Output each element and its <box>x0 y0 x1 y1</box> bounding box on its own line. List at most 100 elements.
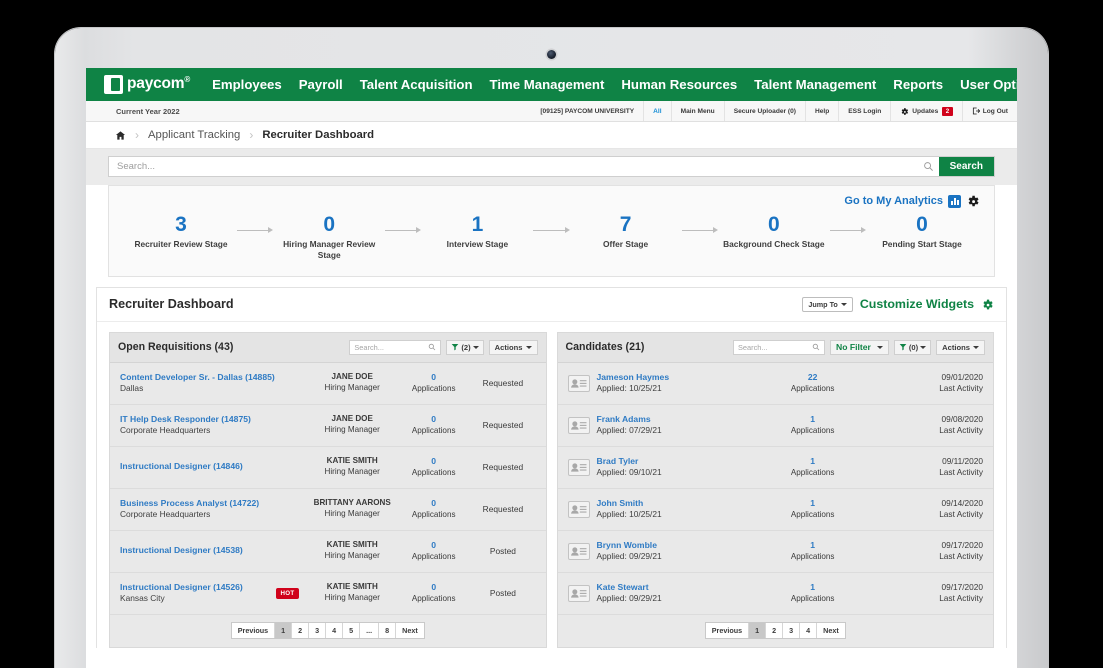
applications-label: Applications <box>790 467 835 477</box>
jump-to-dropdown[interactable]: Jump To <box>802 296 853 312</box>
log-out-button[interactable]: Log Out <box>961 101 1017 121</box>
applications-count[interactable]: 0 <box>397 582 470 593</box>
candidate-name-link[interactable]: Kate Stewart <box>597 582 751 594</box>
nav-item-user-options[interactable]: User Options <box>960 77 1017 92</box>
stage-recruiter-review[interactable]: 3 Recruiter Review Stage <box>129 213 233 250</box>
requisition-title-link[interactable]: Instructional Designer (14526) <box>120 582 243 594</box>
nav-item-time-management[interactable]: Time Management <box>490 77 605 92</box>
requisitions-actions-button[interactable]: Actions <box>488 339 538 355</box>
paycom-logo[interactable]: paycom® <box>104 75 190 94</box>
table-row[interactable]: IT Help Desk Responder (14875) Corporate… <box>110 405 546 447</box>
breadcrumb-item-applicant-tracking[interactable]: Applicant Tracking <box>148 129 240 141</box>
stage-pending-start[interactable]: 0 Pending Start Stage <box>870 213 974 250</box>
stage-hiring-manager-review[interactable]: 0 Hiring Manager Review Stage <box>277 213 381 262</box>
screen: paycom® Employees Payroll Talent Acquisi… <box>86 68 1017 668</box>
pagination-page-1[interactable]: 1 <box>749 622 767 638</box>
requisition-info: Instructional Designer (14526) Kansas Ci… <box>120 582 307 605</box>
search-button[interactable]: Search <box>938 157 994 176</box>
table-row[interactable]: Business Process Analyst (14722) Corpora… <box>110 489 546 531</box>
all-link[interactable]: All <box>643 101 670 121</box>
pagination-page-2[interactable]: 2 <box>292 622 310 638</box>
stage-background-check[interactable]: 0 Background Check Stage <box>722 213 826 250</box>
search-input[interactable] <box>109 157 918 176</box>
applications-count[interactable]: 0 <box>397 540 470 551</box>
applications-count[interactable]: 0 <box>397 498 470 509</box>
nav-item-employees[interactable]: Employees <box>212 77 282 92</box>
stage-label: Hiring Manager Review Stage <box>283 239 376 261</box>
nav-item-talent-management[interactable]: Talent Management <box>754 77 876 92</box>
help-link[interactable]: Help <box>804 101 838 121</box>
list-item[interactable]: John Smith Applied: 10/25/21 1 Applicati… <box>557 489 993 531</box>
applications-count[interactable]: 0 <box>397 456 470 467</box>
pagination-page-3[interactable]: 3 <box>309 622 327 638</box>
applications-count[interactable]: 1 <box>750 582 875 593</box>
pagination-page-8[interactable]: 8 <box>379 622 397 638</box>
candidate-name-link[interactable]: Brad Tyler <box>597 456 751 468</box>
applications-count[interactable]: 1 <box>750 498 875 509</box>
table-row[interactable]: Content Developer Sr. - Dallas (14885) D… <box>110 363 546 405</box>
candidates-filter-button[interactable]: (0) <box>893 339 932 355</box>
applications-count[interactable]: 1 <box>750 414 875 425</box>
applications-count[interactable]: 1 <box>750 456 875 467</box>
table-row[interactable]: Instructional Designer (14538) KATIE SMI… <box>110 531 546 573</box>
table-row[interactable]: Instructional Designer (14846) KATIE SMI… <box>110 447 546 489</box>
list-item[interactable]: Brad Tyler Applied: 09/10/21 1 Applicati… <box>557 447 993 489</box>
candidate-name-link[interactable]: John Smith <box>597 498 751 510</box>
pipeline-settings-gear-icon[interactable] <box>966 194 980 208</box>
bar-chart-icon[interactable] <box>948 194 961 208</box>
pagination-page-1[interactable]: 1 <box>275 622 293 638</box>
tablet-frame: paycom® Employees Payroll Talent Acquisi… <box>55 28 1048 668</box>
candidate-name-link[interactable]: Jameson Haymes <box>597 372 751 384</box>
search-icon <box>812 344 820 351</box>
applications-count[interactable]: 1 <box>750 540 875 551</box>
requisition-title-link[interactable]: Content Developer Sr. - Dallas (14885) <box>120 372 307 384</box>
table-row[interactable]: Instructional Designer (14526) Kansas Ci… <box>110 573 546 615</box>
go-to-my-analytics-link[interactable]: Go to My Analytics <box>844 195 943 207</box>
ess-login-link[interactable]: ESS Login <box>838 101 890 121</box>
requisition-info: Content Developer Sr. - Dallas (14885) D… <box>120 372 307 395</box>
candidates-no-filter-dropdown[interactable]: No Filter <box>830 339 889 355</box>
home-icon[interactable] <box>115 130 126 141</box>
candidates-actions-button[interactable]: Actions <box>936 339 985 355</box>
requisition-title-link[interactable]: Instructional Designer (14538) <box>120 545 307 557</box>
requisitions-filter-button[interactable]: (2) <box>446 339 484 355</box>
pagination-previous[interactable]: Previous <box>232 622 276 638</box>
pagination-previous[interactable]: Previous <box>706 622 750 638</box>
nav-item-human-resources[interactable]: Human Resources <box>621 77 737 92</box>
customize-widgets-gear-icon[interactable] <box>981 298 994 311</box>
funnel-icon <box>452 344 459 351</box>
pagination-page-4[interactable]: 4 <box>326 622 344 638</box>
pagination-page-3[interactable]: 3 <box>783 622 801 638</box>
applications-count[interactable]: 0 <box>397 372 470 383</box>
requisition-title-link[interactable]: IT Help Desk Responder (14875) <box>120 414 307 426</box>
pagination-page-5[interactable]: 5 <box>343 622 361 638</box>
applications-count[interactable]: 0 <box>397 414 470 425</box>
list-item[interactable]: Brynn Womble Applied: 09/29/21 1 Applica… <box>557 531 993 573</box>
pagination-next[interactable]: Next <box>396 623 424 638</box>
list-item[interactable]: Frank Adams Applied: 07/29/21 1 Applicat… <box>557 405 993 447</box>
list-item[interactable]: Kate Stewart Applied: 09/29/21 1 Applica… <box>557 573 993 615</box>
search-icon-wrapper <box>918 157 939 176</box>
applications-count[interactable]: 22 <box>750 372 875 383</box>
candidate-name-link[interactable]: Frank Adams <box>597 414 751 426</box>
stage-interview[interactable]: 1 Interview Stage <box>425 213 529 250</box>
stage-offer[interactable]: 7 Offer Stage <box>574 213 678 250</box>
nav-item-payroll[interactable]: Payroll <box>299 77 343 92</box>
applications-cell: 1 Applications <box>750 498 875 520</box>
pagination-page-4[interactable]: 4 <box>800 622 818 638</box>
main-menu-link[interactable]: Main Menu <box>670 101 724 121</box>
nav-item-reports[interactable]: Reports <box>893 77 943 92</box>
requisition-title-link[interactable]: Instructional Designer (14846) <box>120 461 307 473</box>
candidates-search-input[interactable] <box>738 342 812 352</box>
requisition-title-link[interactable]: Business Process Analyst (14722) <box>120 498 307 510</box>
requisitions-search-input[interactable] <box>354 342 429 352</box>
open-requisitions-tools: (2) Actions <box>349 339 538 355</box>
secure-uploader-link[interactable]: Secure Uploader (0) <box>723 101 805 121</box>
customize-widgets-link[interactable]: Customize Widgets <box>860 297 974 311</box>
nav-item-talent-acquisition[interactable]: Talent Acquisition <box>360 77 473 92</box>
updates-button[interactable]: Updates 2 <box>890 101 961 121</box>
list-item[interactable]: Jameson Haymes Applied: 10/25/21 22 Appl… <box>557 363 993 405</box>
pagination-next[interactable]: Next <box>817 623 845 638</box>
candidate-name-link[interactable]: Brynn Womble <box>597 540 751 552</box>
pagination-page-2[interactable]: 2 <box>766 622 784 638</box>
